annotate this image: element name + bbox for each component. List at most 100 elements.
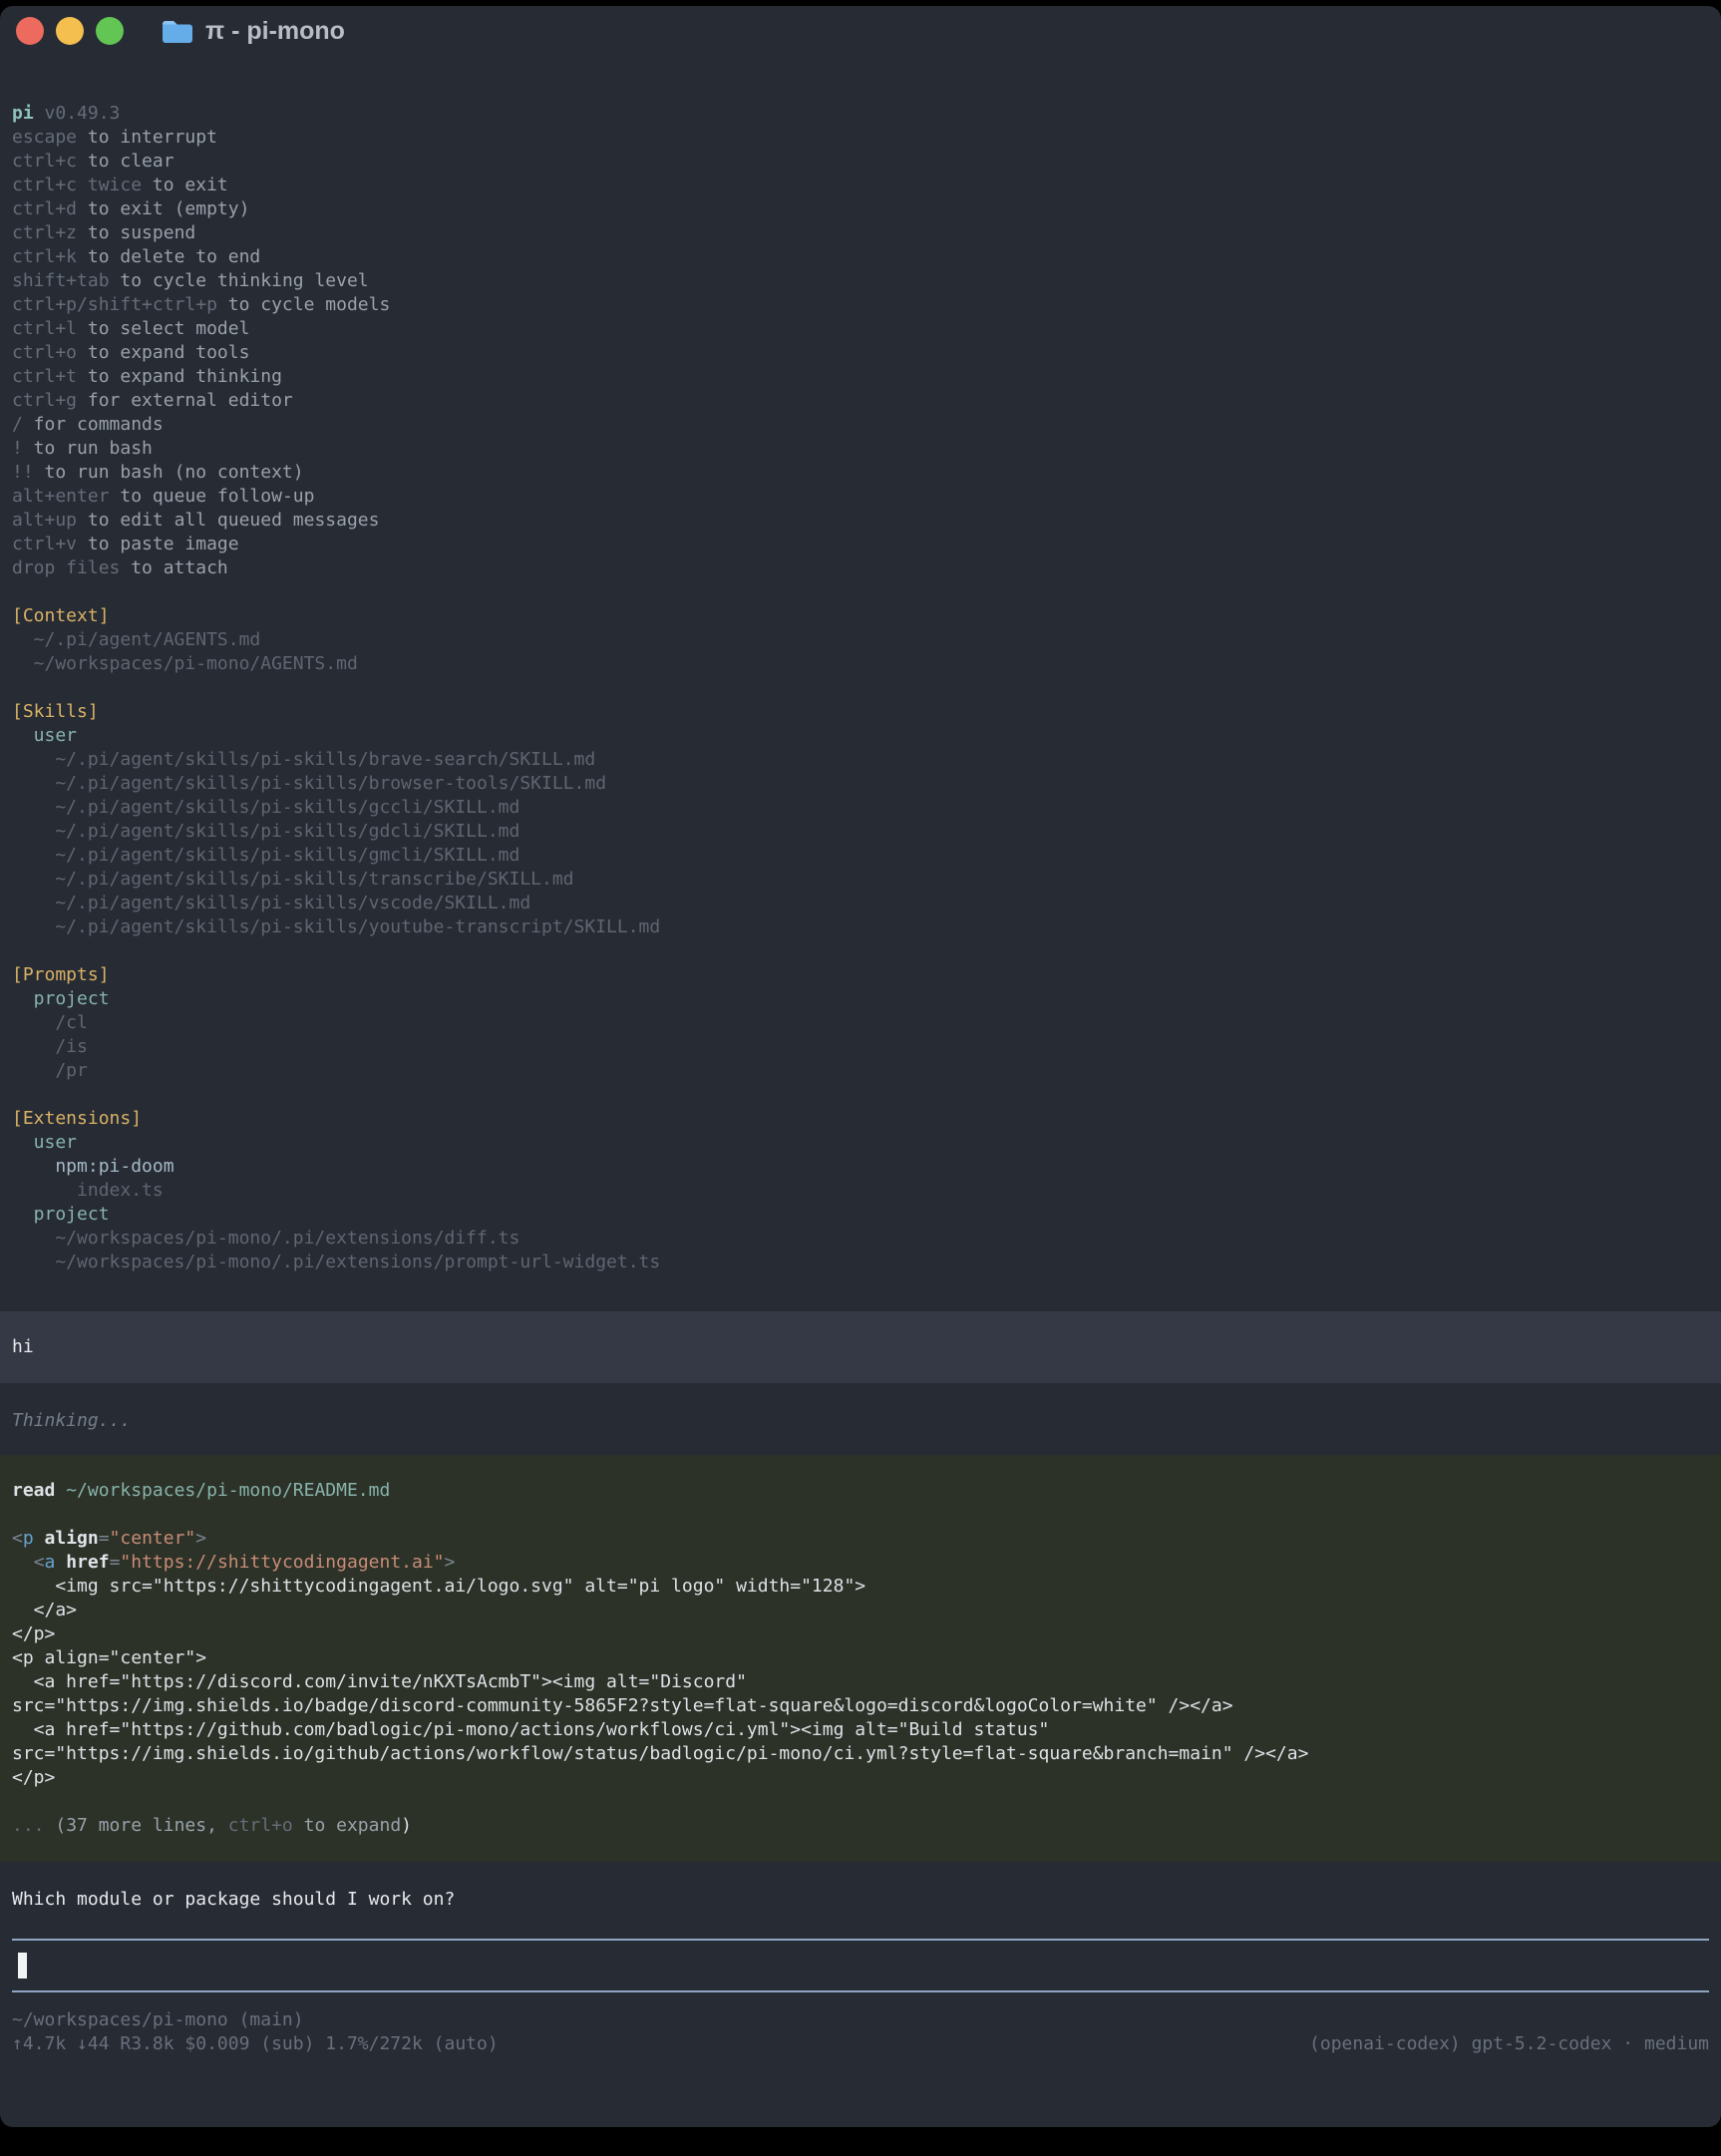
- text-segment: p: [23, 1528, 34, 1549]
- shortcut-line: ctrl+v to paste image: [12, 533, 1709, 556]
- tool-output-code: <p align="center"> <a href="https://shit…: [12, 1527, 1709, 1790]
- text-segment: for commands: [23, 414, 164, 435]
- text-segment: ctrl+v: [12, 534, 77, 554]
- section-entry: ~/workspaces/pi-mono/.pi/extensions/diff…: [12, 1227, 1709, 1251]
- text-segment: </p>: [12, 1623, 55, 1644]
- section-entry: ~/.pi/agent/skills/pi-skills/gccli/SKILL…: [12, 796, 1709, 820]
- text-segment: [12, 1552, 34, 1573]
- app-name: pi: [12, 103, 34, 124]
- shortcut-line: ctrl+o to expand tools: [12, 341, 1709, 365]
- text-segment: for external editor: [77, 390, 293, 411]
- text-segment: ctrl+d: [12, 198, 77, 219]
- startup-sections: [Context]~/.pi/agent/AGENTS.md~/workspac…: [12, 580, 1709, 1274]
- shortcut-line: ctrl+k to delete to end: [12, 245, 1709, 269]
- text-segment: >: [195, 1528, 206, 1549]
- text-segment: !!: [12, 462, 34, 483]
- section-entry: ~/.pi/agent/skills/pi-skills/browser-too…: [12, 772, 1709, 796]
- section-entry: ~/workspaces/pi-mono/AGENTS.md: [12, 652, 1709, 676]
- shortcut-line: ctrl+z to suspend: [12, 221, 1709, 245]
- section-entry: user: [12, 724, 1709, 748]
- text-segment: a: [45, 1552, 56, 1573]
- section-entry: ~/.pi/agent/skills/pi-skills/gdcli/SKILL…: [12, 820, 1709, 844]
- section-entry: ~/.pi/agent/skills/pi-skills/vscode/SKIL…: [12, 892, 1709, 915]
- section-entry: project: [12, 987, 1709, 1011]
- app-version: v0.49.3: [45, 103, 121, 124]
- shortcut-line: ctrl+p/shift+ctrl+p to cycle models: [12, 293, 1709, 317]
- shortcut-line: !! to run bash (no context): [12, 461, 1709, 485]
- status-bar: ~/workspaces/pi-mono (main) ↑4.7k ↓44 R3…: [12, 2008, 1709, 2056]
- text-segment: src="https://img.shields.io/badge/discor…: [12, 1695, 1233, 1716]
- code-line: <p align="center">: [12, 1527, 1709, 1551]
- text-segment: drop files: [12, 557, 120, 578]
- blank-line: [12, 580, 1709, 604]
- text-segment: <img src="https://shittycodingagent.ai/l…: [12, 1576, 865, 1597]
- prompt-input[interactable]: [12, 1939, 1709, 1992]
- text-segment: =: [99, 1528, 110, 1549]
- zoom-window-button[interactable]: [96, 17, 124, 45]
- section-entry: user: [12, 1131, 1709, 1155]
- app-version-line: pi v0.49.3: [12, 102, 1709, 126]
- close-window-button[interactable]: [16, 17, 44, 45]
- code-line: <a href="https://github.com/badlogic/pi-…: [12, 1718, 1709, 1742]
- section-entry: /pr: [12, 1059, 1709, 1083]
- section-entry: /cl: [12, 1011, 1709, 1035]
- text-segment: to expand thinking: [77, 366, 282, 387]
- section-header: [Context]: [12, 604, 1709, 628]
- minimize-window-button[interactable]: [56, 17, 84, 45]
- text-segment: ctrl+c twice: [12, 175, 142, 195]
- status-model-info: (openai-codex) gpt-5.2-codex · medium: [1309, 2032, 1709, 2056]
- text-segment: >: [445, 1552, 456, 1573]
- text-segment: to cycle thinking level: [110, 270, 369, 291]
- text-segment: "center": [110, 1528, 196, 1549]
- text-segment: to interrupt: [77, 127, 217, 148]
- code-line: src="https://img.shields.io/badge/discor…: [12, 1694, 1709, 1718]
- text-segment: ctrl+o: [12, 342, 77, 363]
- terminal-window: π - pi-mono pi v0.49.3 escape to interru…: [0, 6, 1721, 2127]
- text-segment: align: [34, 1528, 99, 1549]
- text-segment: to run bash: [23, 438, 153, 459]
- status-row: ↑4.7k ↓44 R3.8k $0.009 (sub) 1.7%/272k (…: [12, 2032, 1709, 2056]
- text-segment: ctrl+p/shift+ctrl+p: [12, 294, 217, 315]
- text-segment: to expand: [293, 1815, 401, 1836]
- shortcut-line: escape to interrupt: [12, 126, 1709, 150]
- text-segment: ctrl+z: [12, 222, 77, 243]
- status-token-stats: ↑4.7k ↓44 R3.8k $0.009 (sub) 1.7%/272k (…: [12, 2032, 499, 2056]
- text-segment: ...: [12, 1815, 55, 1836]
- tool-call-header: read ~/workspaces/pi-mono/README.md: [12, 1479, 1709, 1503]
- text-segment: to suspend: [77, 222, 195, 243]
- text-segment: escape: [12, 127, 77, 148]
- text-segment: src="https://img.shields.io/github/actio…: [12, 1743, 1308, 1764]
- shortcut-line: alt+up to edit all queued messages: [12, 509, 1709, 533]
- section-entry: ~/.pi/agent/skills/pi-skills/youtube-tra…: [12, 915, 1709, 939]
- text-segment: !: [12, 438, 23, 459]
- text-segment: /: [12, 414, 23, 435]
- shortcut-line: alt+enter to queue follow-up: [12, 485, 1709, 509]
- shortcut-line: / for commands: [12, 413, 1709, 437]
- text-segment: ctrl+l: [12, 318, 77, 339]
- text-segment: to queue follow-up: [110, 486, 315, 507]
- text-segment: <: [12, 1528, 23, 1549]
- user-message: hi: [0, 1311, 1721, 1383]
- assistant-message: Which module or package should I work on…: [12, 1888, 1709, 1912]
- shortcuts-list: escape to interruptctrl+c to clearctrl+c…: [12, 126, 1709, 580]
- code-line: src="https://img.shields.io/github/actio…: [12, 1742, 1709, 1766]
- section-entry: project: [12, 1203, 1709, 1227]
- text-segment: to edit all queued messages: [77, 510, 379, 531]
- tool-output-panel: read ~/workspaces/pi-mono/README.md <p a…: [0, 1455, 1721, 1862]
- shortcut-line: ctrl+g for external editor: [12, 389, 1709, 413]
- titlebar: π - pi-mono: [0, 6, 1721, 56]
- shortcut-line: ctrl+c to clear: [12, 150, 1709, 174]
- text-segment: shift+tab: [12, 270, 110, 291]
- text-segment: =: [110, 1552, 121, 1573]
- text-segment: to exit: [142, 175, 228, 195]
- status-cwd: ~/workspaces/pi-mono (main): [12, 2008, 1709, 2032]
- code-line: <a href="https://discord.com/invite/nKXT…: [12, 1670, 1709, 1694]
- text-segment: ctrl+g: [12, 390, 77, 411]
- blank-line: [12, 1503, 1709, 1527]
- section-entry: ~/workspaces/pi-mono/.pi/extensions/prom…: [12, 1251, 1709, 1274]
- folder-icon: [162, 18, 193, 44]
- text-segment: <: [34, 1552, 45, 1573]
- tool-name: read: [12, 1480, 55, 1501]
- section-entry: index.ts: [12, 1179, 1709, 1203]
- text-segment: </p>: [12, 1767, 55, 1788]
